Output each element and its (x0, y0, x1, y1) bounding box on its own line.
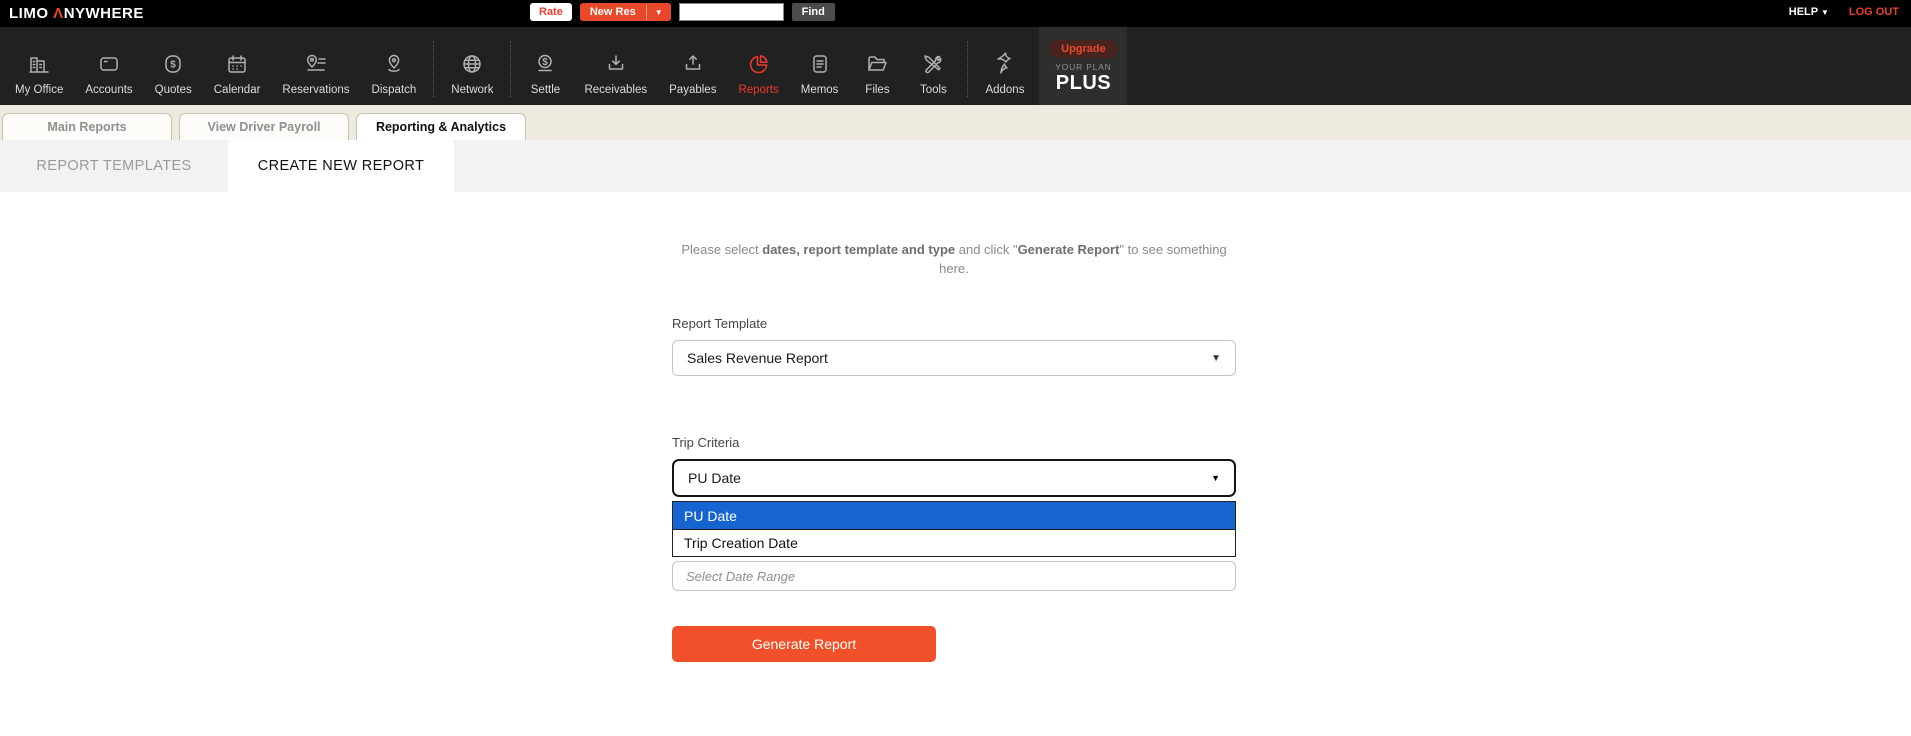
plan-upgrade-panel: Upgrade YOUR PLAN PLUS (1039, 27, 1127, 105)
logout-link[interactable]: LOG OUT (1849, 6, 1899, 18)
nav-label: Payables (669, 84, 716, 96)
topbar-right-links: HELP ▼ LOG OUT (1789, 6, 1899, 18)
find-button[interactable]: Find (792, 3, 835, 21)
topbar-quick-actions: Rate New Res ▼ Find (530, 3, 835, 21)
nav-label: Tools (920, 84, 947, 96)
nav-label: Memos (801, 84, 839, 96)
chevron-down-icon: ▼ (1821, 8, 1829, 17)
tab-reporting-analytics[interactable]: Reporting & Analytics (356, 113, 526, 140)
nav-label: Dispatch (372, 84, 417, 96)
reports-tab-bar: Main Reports View Driver Payroll Reporti… (0, 105, 1911, 140)
trip-criteria-select[interactable]: PU Date ▼ (672, 459, 1236, 497)
nav-item-receivables[interactable]: Receivables (573, 48, 658, 105)
nav-divider (967, 41, 968, 97)
report-template-selected-value: Sales Revenue Report (687, 350, 828, 366)
top-bar: LIMO ΛNYWHERE Rate New Res ▼ Find HELP ▼… (0, 0, 1911, 27)
generate-report-button[interactable]: Generate Report (672, 626, 936, 662)
plan-name: PLUS (1056, 73, 1111, 93)
logo-accent-letter: Λ (53, 5, 64, 22)
note-icon (808, 48, 832, 80)
nav-label: Calendar (214, 84, 261, 96)
nav-item-accounts[interactable]: Accounts (74, 48, 143, 105)
nav-item-reservations[interactable]: Reservations (271, 48, 360, 105)
nav-divider (433, 41, 434, 97)
nav-label: Network (451, 84, 493, 96)
folder-icon (865, 48, 889, 80)
location-pin-icon (382, 48, 406, 80)
nav-item-addons[interactable]: Addons (974, 48, 1035, 105)
upgrade-button[interactable]: Upgrade (1049, 40, 1118, 58)
new-res-button[interactable]: New Res ▼ (580, 3, 671, 21)
nav-label: Quotes (155, 84, 192, 96)
dropdown-option-pu-date[interactable]: PU Date (673, 502, 1235, 529)
chevron-down-icon: ▼ (1211, 353, 1221, 364)
create-report-panel: Please select dates, report template and… (0, 240, 1911, 662)
subtab-create-new-report[interactable]: CREATE NEW REPORT (228, 140, 454, 192)
nav-label: Receivables (584, 84, 647, 96)
calendar-icon (225, 48, 249, 80)
nav-item-quotes[interactable]: $ Quotes (144, 48, 203, 105)
nav-divider (510, 41, 511, 97)
trip-criteria-dropdown-list: PU Date Trip Creation Date (672, 501, 1236, 557)
chevron-down-icon[interactable]: ▼ (646, 5, 671, 20)
upload-tray-icon (681, 48, 705, 80)
nav-item-tools[interactable]: Tools (905, 48, 961, 105)
dropdown-option-trip-creation-date[interactable]: Trip Creation Date (673, 529, 1235, 556)
map-pin-list-icon (303, 48, 329, 80)
subtab-report-templates[interactable]: REPORT TEMPLATES (0, 140, 228, 192)
instruction-text: Please select dates, report template and… (672, 240, 1236, 278)
nav-label: My Office (15, 84, 63, 96)
trip-criteria-label: Trip Criteria (672, 435, 1236, 450)
nav-item-payables[interactable]: Payables (658, 48, 727, 105)
globe-icon (460, 48, 484, 80)
tab-view-driver-payroll[interactable]: View Driver Payroll (179, 113, 349, 140)
nav-label: Reports (738, 84, 778, 96)
new-res-label[interactable]: New Res (580, 3, 646, 21)
search-input[interactable] (679, 3, 784, 21)
wallet-icon (97, 48, 121, 80)
nav-label: Files (865, 84, 889, 96)
svg-text:$: $ (170, 60, 176, 71)
nav-label: Settle (531, 84, 560, 96)
svg-text:$: $ (543, 57, 549, 68)
nav-item-memos[interactable]: Memos (790, 48, 850, 105)
nav-item-my-office[interactable]: My Office (4, 48, 74, 105)
date-range-input[interactable] (672, 561, 1236, 591)
nav-item-dispatch[interactable]: Dispatch (361, 48, 428, 105)
report-template-label: Report Template (672, 316, 1236, 331)
report-template-select[interactable]: Sales Revenue Report ▼ (672, 340, 1236, 376)
main-icon-nav: My Office Accounts $ Quotes Calendar Res… (0, 27, 1911, 105)
nav-item-calendar[interactable]: Calendar (203, 48, 272, 105)
nav-item-network[interactable]: Network (440, 48, 504, 105)
nav-item-reports[interactable]: Reports (727, 48, 789, 105)
nav-label: Reservations (282, 84, 349, 96)
dollar-square-icon: $ (161, 48, 185, 80)
nav-item-files[interactable]: Files (849, 48, 905, 105)
spark-icon (993, 48, 1017, 80)
help-menu[interactable]: HELP ▼ (1789, 6, 1829, 18)
rate-button[interactable]: Rate (530, 3, 572, 21)
limo-anywhere-logo: LIMO ΛNYWHERE (9, 5, 144, 22)
chevron-down-icon: ▼ (1211, 473, 1220, 483)
plan-caption: YOUR PLAN (1055, 62, 1111, 72)
analytics-subtab-bar: REPORT TEMPLATES CREATE NEW REPORT (0, 140, 1911, 192)
tab-main-reports[interactable]: Main Reports (2, 113, 172, 140)
tools-icon (921, 48, 945, 80)
nav-label: Accounts (85, 84, 132, 96)
dollar-circle-icon: $ (533, 48, 557, 80)
nav-label: Addons (985, 84, 1024, 96)
pie-chart-icon (747, 48, 771, 80)
trip-criteria-selected-value: PU Date (688, 470, 741, 486)
nav-item-settle[interactable]: $ Settle (517, 48, 573, 105)
download-tray-icon (604, 48, 628, 80)
building-icon (27, 48, 51, 80)
